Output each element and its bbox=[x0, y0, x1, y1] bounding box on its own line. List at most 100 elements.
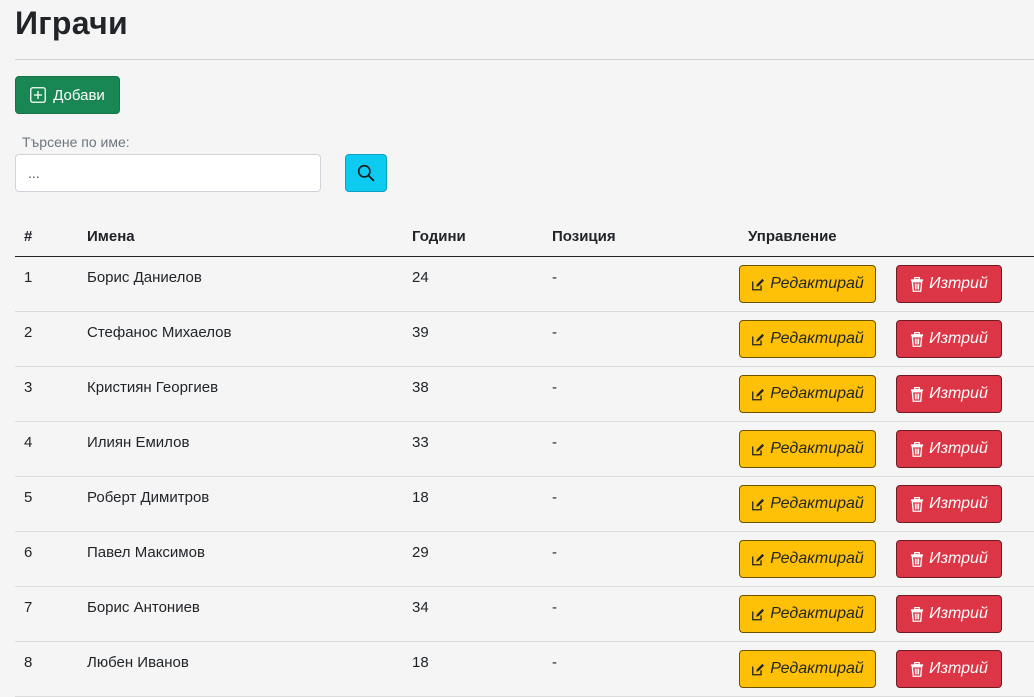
edit-button-label: Редактирай bbox=[770, 440, 864, 458]
cell-number: 8 bbox=[15, 642, 78, 697]
title-divider bbox=[15, 59, 1034, 60]
edit-button-label: Редактирай bbox=[770, 385, 864, 403]
search-button[interactable] bbox=[345, 154, 387, 192]
cell-age: 33 bbox=[403, 422, 543, 477]
delete-button[interactable]: Изтрий bbox=[896, 485, 1002, 523]
trash-icon bbox=[910, 662, 924, 677]
header-age: Години bbox=[403, 216, 543, 257]
edit-button-label: Редактирай bbox=[770, 550, 864, 568]
delete-button[interactable]: Изтрий bbox=[896, 650, 1002, 688]
cell-name: Любен Иванов bbox=[78, 642, 403, 697]
search-label: Търсене по име: bbox=[22, 134, 130, 150]
trash-icon bbox=[910, 607, 924, 622]
cell-actions: Редактирай Изтрий bbox=[739, 532, 1034, 587]
delete-button[interactable]: Изтрий bbox=[896, 320, 1002, 358]
trash-icon bbox=[910, 442, 924, 457]
pencil-square-icon bbox=[751, 552, 765, 567]
cell-position: - bbox=[543, 312, 739, 367]
cell-name: Борис Антониев bbox=[78, 587, 403, 642]
delete-button-label: Изтрий bbox=[929, 495, 988, 513]
edit-button-label: Редактирай bbox=[770, 495, 864, 513]
cell-age: 34 bbox=[403, 587, 543, 642]
table-row: 3 Кристиян Георгиев 38 - Редактирай bbox=[15, 367, 1034, 422]
pencil-square-icon bbox=[751, 387, 765, 402]
add-button-label: Добави bbox=[53, 87, 105, 104]
cell-name: Павел Максимов bbox=[78, 532, 403, 587]
delete-button[interactable]: Изтрий bbox=[896, 595, 1002, 633]
cell-age: 39 bbox=[403, 312, 543, 367]
cell-position: - bbox=[543, 642, 739, 697]
table-row: 2 Стефанос Михаелов 39 - Редактирай bbox=[15, 312, 1034, 367]
edit-button[interactable]: Редактирай bbox=[739, 650, 876, 688]
delete-button[interactable]: Изтрий bbox=[896, 430, 1002, 468]
edit-button[interactable]: Редактирай bbox=[739, 320, 876, 358]
table-row: 5 Роберт Димитров 18 - Редактирай bbox=[15, 477, 1034, 532]
edit-button[interactable]: Редактирай bbox=[739, 485, 876, 523]
cell-name: Роберт Димитров bbox=[78, 477, 403, 532]
delete-button[interactable]: Изтрий bbox=[896, 375, 1002, 413]
cell-name: Стефанос Михаелов bbox=[78, 312, 403, 367]
header-position: Позиция bbox=[543, 216, 739, 257]
cell-age: 38 bbox=[403, 367, 543, 422]
delete-button-label: Изтрий bbox=[929, 605, 988, 623]
plus-square-icon bbox=[30, 87, 46, 103]
delete-button[interactable]: Изтрий bbox=[896, 265, 1002, 303]
cell-name: Илиян Емилов bbox=[78, 422, 403, 477]
add-button[interactable]: Добави bbox=[15, 76, 120, 114]
pencil-square-icon bbox=[751, 497, 765, 512]
cell-actions: Редактирай Изтрий bbox=[739, 642, 1034, 697]
trash-icon bbox=[910, 552, 924, 567]
cell-age: 29 bbox=[403, 532, 543, 587]
delete-button-label: Изтрий bbox=[929, 660, 988, 678]
trash-icon bbox=[910, 332, 924, 347]
cell-actions: Редактирай Изтрий bbox=[739, 422, 1034, 477]
cell-name: Кристиян Георгиев bbox=[78, 367, 403, 422]
header-name: Имена bbox=[78, 216, 403, 257]
table-row: 1 Борис Даниелов 24 - Редактирай bbox=[15, 257, 1034, 312]
cell-actions: Редактирай Изтрий bbox=[739, 587, 1034, 642]
edit-button[interactable]: Редактирай bbox=[739, 430, 876, 468]
pencil-square-icon bbox=[751, 332, 765, 347]
players-table: # Имена Години Позиция Управление 1 Бори… bbox=[15, 216, 1034, 697]
delete-button-label: Изтрий bbox=[929, 385, 988, 403]
cell-position: - bbox=[543, 257, 739, 312]
edit-button-label: Редактирай bbox=[770, 275, 864, 293]
edit-button-label: Редактирай bbox=[770, 660, 864, 678]
cell-number: 3 bbox=[15, 367, 78, 422]
cell-number: 4 bbox=[15, 422, 78, 477]
cell-actions: Редактирай Изтрий bbox=[739, 477, 1034, 532]
cell-actions: Редактирай Изтрий bbox=[739, 257, 1034, 312]
edit-button[interactable]: Редактирай bbox=[739, 540, 876, 578]
search-input[interactable] bbox=[15, 154, 321, 192]
delete-button-label: Изтрий bbox=[929, 550, 988, 568]
header-actions: Управление bbox=[739, 216, 1034, 257]
cell-number: 7 bbox=[15, 587, 78, 642]
search-icon bbox=[357, 164, 375, 182]
table-row: 8 Любен Иванов 18 - Редактирай bbox=[15, 642, 1034, 697]
trash-icon bbox=[910, 277, 924, 292]
pencil-square-icon bbox=[751, 442, 765, 457]
cell-position: - bbox=[543, 477, 739, 532]
cell-position: - bbox=[543, 532, 739, 587]
delete-button-label: Изтрий bbox=[929, 330, 988, 348]
edit-button[interactable]: Редактирай bbox=[739, 595, 876, 633]
header-number: # bbox=[15, 216, 78, 257]
edit-button[interactable]: Редактирай bbox=[739, 265, 876, 303]
delete-button[interactable]: Изтрий bbox=[896, 540, 1002, 578]
table-row: 4 Илиян Емилов 33 - Редактирай bbox=[15, 422, 1034, 477]
cell-age: 18 bbox=[403, 477, 543, 532]
pencil-square-icon bbox=[751, 277, 765, 292]
table-row: 6 Павел Максимов 29 - Редактирай bbox=[15, 532, 1034, 587]
trash-icon bbox=[910, 497, 924, 512]
cell-position: - bbox=[543, 587, 739, 642]
cell-number: 5 bbox=[15, 477, 78, 532]
edit-button[interactable]: Редактирай bbox=[739, 375, 876, 413]
delete-button-label: Изтрий bbox=[929, 440, 988, 458]
cell-position: - bbox=[543, 367, 739, 422]
cell-number: 6 bbox=[15, 532, 78, 587]
cell-actions: Редактирай Изтрий bbox=[739, 367, 1034, 422]
pencil-square-icon bbox=[751, 607, 765, 622]
pencil-square-icon bbox=[751, 662, 765, 677]
cell-number: 1 bbox=[15, 257, 78, 312]
trash-icon bbox=[910, 387, 924, 402]
